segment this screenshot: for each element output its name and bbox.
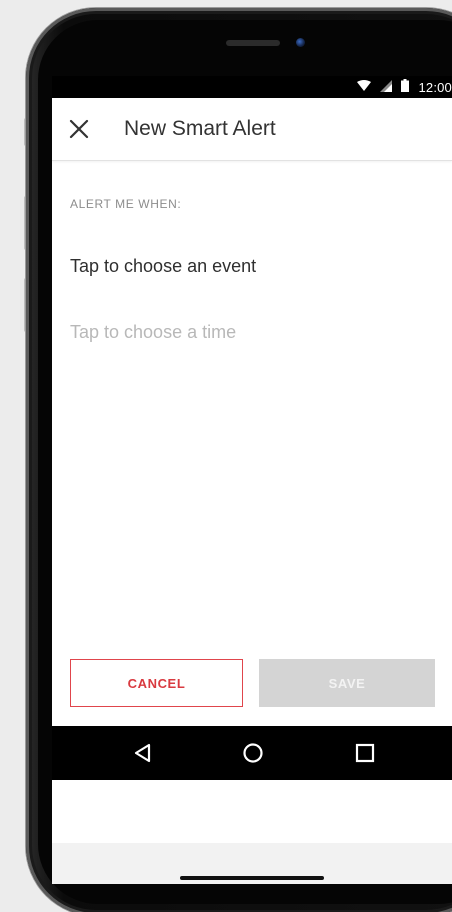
- signal-icon: [380, 79, 393, 95]
- device-chin: [52, 780, 452, 884]
- status-bar: 12:00: [52, 76, 452, 98]
- recents-square-icon: [355, 743, 375, 763]
- status-icons: 12:00: [357, 79, 452, 95]
- status-time: 12:00: [418, 79, 452, 95]
- nav-recents-button[interactable]: [354, 742, 376, 764]
- nav-home-button[interactable]: [242, 742, 264, 764]
- alert-me-when-label: ALERT ME WHEN:: [70, 197, 182, 211]
- home-circle-icon: [243, 743, 263, 763]
- home-indicator[interactable]: [180, 876, 324, 880]
- app-bar: New Smart Alert: [52, 98, 452, 161]
- choose-time-field[interactable]: Tap to choose a time: [70, 322, 434, 343]
- stage: 12:00 New Smart Alert ALERT ME WHEN: Tap…: [0, 0, 452, 912]
- nav-back-button[interactable]: [132, 742, 154, 764]
- page-title: New Smart Alert: [124, 117, 276, 140]
- earpiece-speaker: [226, 40, 280, 46]
- front-camera: [296, 38, 305, 47]
- system-nav-bar: [52, 726, 452, 780]
- back-triangle-icon: [134, 743, 151, 763]
- cancel-button[interactable]: CANCEL: [70, 659, 243, 707]
- wifi-icon: [357, 79, 372, 95]
- battery-icon: [401, 79, 410, 95]
- close-button[interactable]: [66, 116, 92, 142]
- screen: 12:00 New Smart Alert ALERT ME WHEN: Tap…: [52, 76, 452, 780]
- choose-event-field[interactable]: Tap to choose an event: [70, 256, 434, 277]
- save-button[interactable]: SAVE: [259, 659, 435, 707]
- close-icon: [69, 119, 89, 139]
